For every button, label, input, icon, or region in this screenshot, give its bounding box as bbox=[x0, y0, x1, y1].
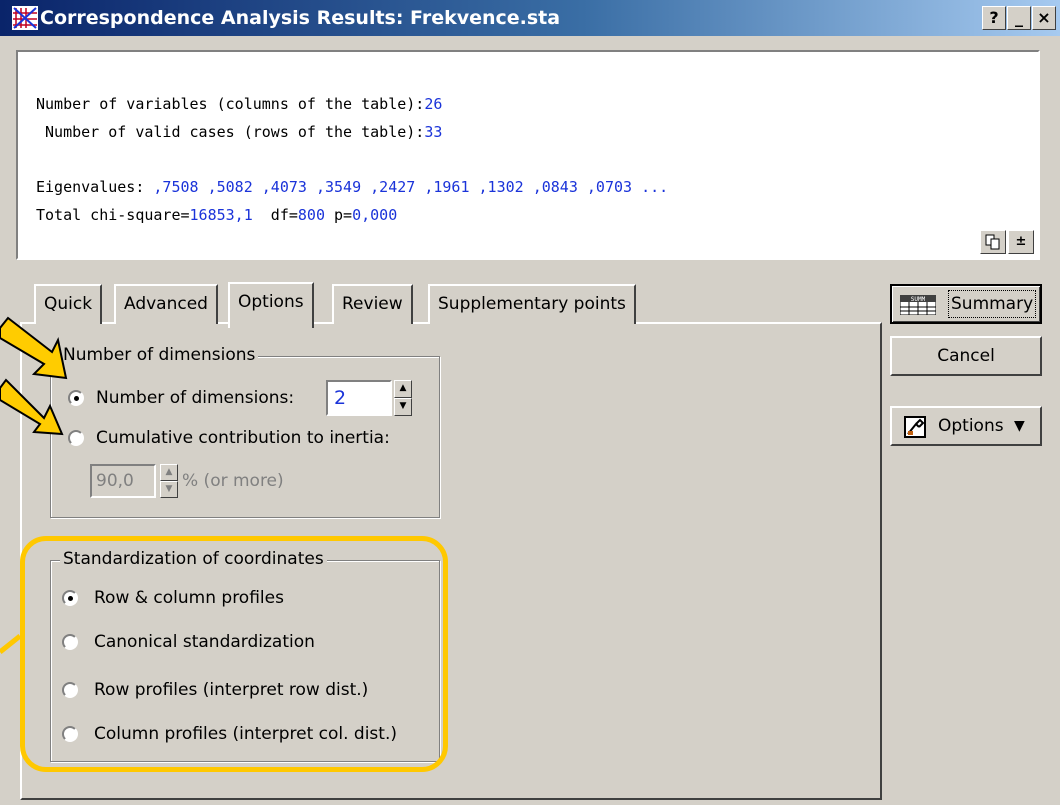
close-button[interactable]: × bbox=[1032, 6, 1056, 30]
df-label: df= bbox=[252, 206, 298, 224]
eigenvalues-line: Eigenvalues: ,7508 ,5082 ,4073 ,3549 ,24… bbox=[36, 177, 668, 197]
cumulative-suffix: % (or more) bbox=[182, 471, 284, 491]
chi-square-line: Total chi-square=16853,1 df=800 p=0,000 bbox=[36, 205, 397, 225]
tab-advanced[interactable]: Advanced bbox=[114, 284, 218, 324]
dimensions-spin-up[interactable]: ▲ bbox=[394, 380, 412, 398]
tab-review[interactable]: Review bbox=[332, 284, 413, 324]
arrow-to-number-of-dimensions bbox=[0, 316, 68, 380]
expand-icon: ± bbox=[1015, 234, 1027, 249]
arrow-to-standardization bbox=[0, 634, 22, 654]
options-icon bbox=[904, 416, 926, 438]
cancel-button[interactable]: Cancel bbox=[890, 336, 1042, 376]
svg-text:SUMM: SUMM bbox=[911, 296, 926, 303]
options-label: Options bbox=[938, 416, 1004, 436]
results-output-pane[interactable]: Number of variables (columns of the tabl… bbox=[16, 50, 1040, 260]
chi-square-label: Total chi-square= bbox=[36, 206, 190, 224]
options-button[interactable]: Options ▼ bbox=[890, 406, 1042, 446]
cases-value: 33 bbox=[424, 123, 443, 141]
tab-supplementary-points[interactable]: Supplementary points bbox=[428, 284, 636, 324]
variables-label: Number of variables (columns of the tabl… bbox=[36, 95, 425, 113]
window-title: Correspondence Analysis Results: Frekven… bbox=[40, 7, 561, 29]
cumulative-spin-up: ▲ bbox=[160, 464, 178, 481]
cumulative-contribution-label: Cumulative contribution to inertia: bbox=[96, 428, 390, 448]
cumulative-input: 90,0 bbox=[90, 464, 156, 498]
tab-options[interactable]: Options bbox=[228, 282, 314, 328]
summary-label: Summary bbox=[948, 290, 1037, 318]
cumulative-spin-down: ▼ bbox=[160, 481, 178, 498]
summary-button[interactable]: SUMM Summary bbox=[890, 284, 1042, 324]
callout-arrows bbox=[0, 316, 68, 654]
arrow-to-cumulative-contribution bbox=[0, 378, 64, 436]
number-of-dimensions-label: Number of dimensions: bbox=[96, 388, 295, 408]
cumulative-value: 90,0 bbox=[96, 471, 134, 491]
copy-button[interactable] bbox=[980, 230, 1006, 254]
dimensions-value: 2 bbox=[334, 387, 347, 409]
expand-button[interactable]: ± bbox=[1008, 230, 1034, 254]
dimensions-input[interactable]: 2 bbox=[326, 380, 392, 416]
p-value: 0,000 bbox=[352, 206, 398, 224]
cases-line: Number of valid cases (rows of the table… bbox=[36, 122, 442, 142]
eigenvalues-values: ,7508 ,5082 ,4073 ,3549 ,2427 ,1961 ,130… bbox=[153, 178, 669, 196]
dimensions-spin-down[interactable]: ▼ bbox=[394, 398, 412, 416]
copy-icon bbox=[985, 234, 1000, 250]
summary-icon: SUMM bbox=[900, 295, 936, 315]
eigenvalues-label: Eigenvalues: bbox=[36, 178, 154, 196]
p-label: p= bbox=[325, 206, 353, 224]
help-button[interactable]: ? bbox=[982, 6, 1006, 30]
df-value: 800 bbox=[297, 206, 325, 224]
cases-label: Number of valid cases (rows of the table… bbox=[36, 123, 425, 141]
minimize-button[interactable]: _ bbox=[1007, 6, 1031, 30]
chi-square-value: 16853,1 bbox=[189, 206, 253, 224]
variables-line: Number of variables (columns of the tabl… bbox=[36, 94, 442, 114]
variables-value: 26 bbox=[424, 95, 443, 113]
app-icon bbox=[12, 6, 38, 30]
dropdown-arrow-icon: ▼ bbox=[1014, 418, 1025, 434]
